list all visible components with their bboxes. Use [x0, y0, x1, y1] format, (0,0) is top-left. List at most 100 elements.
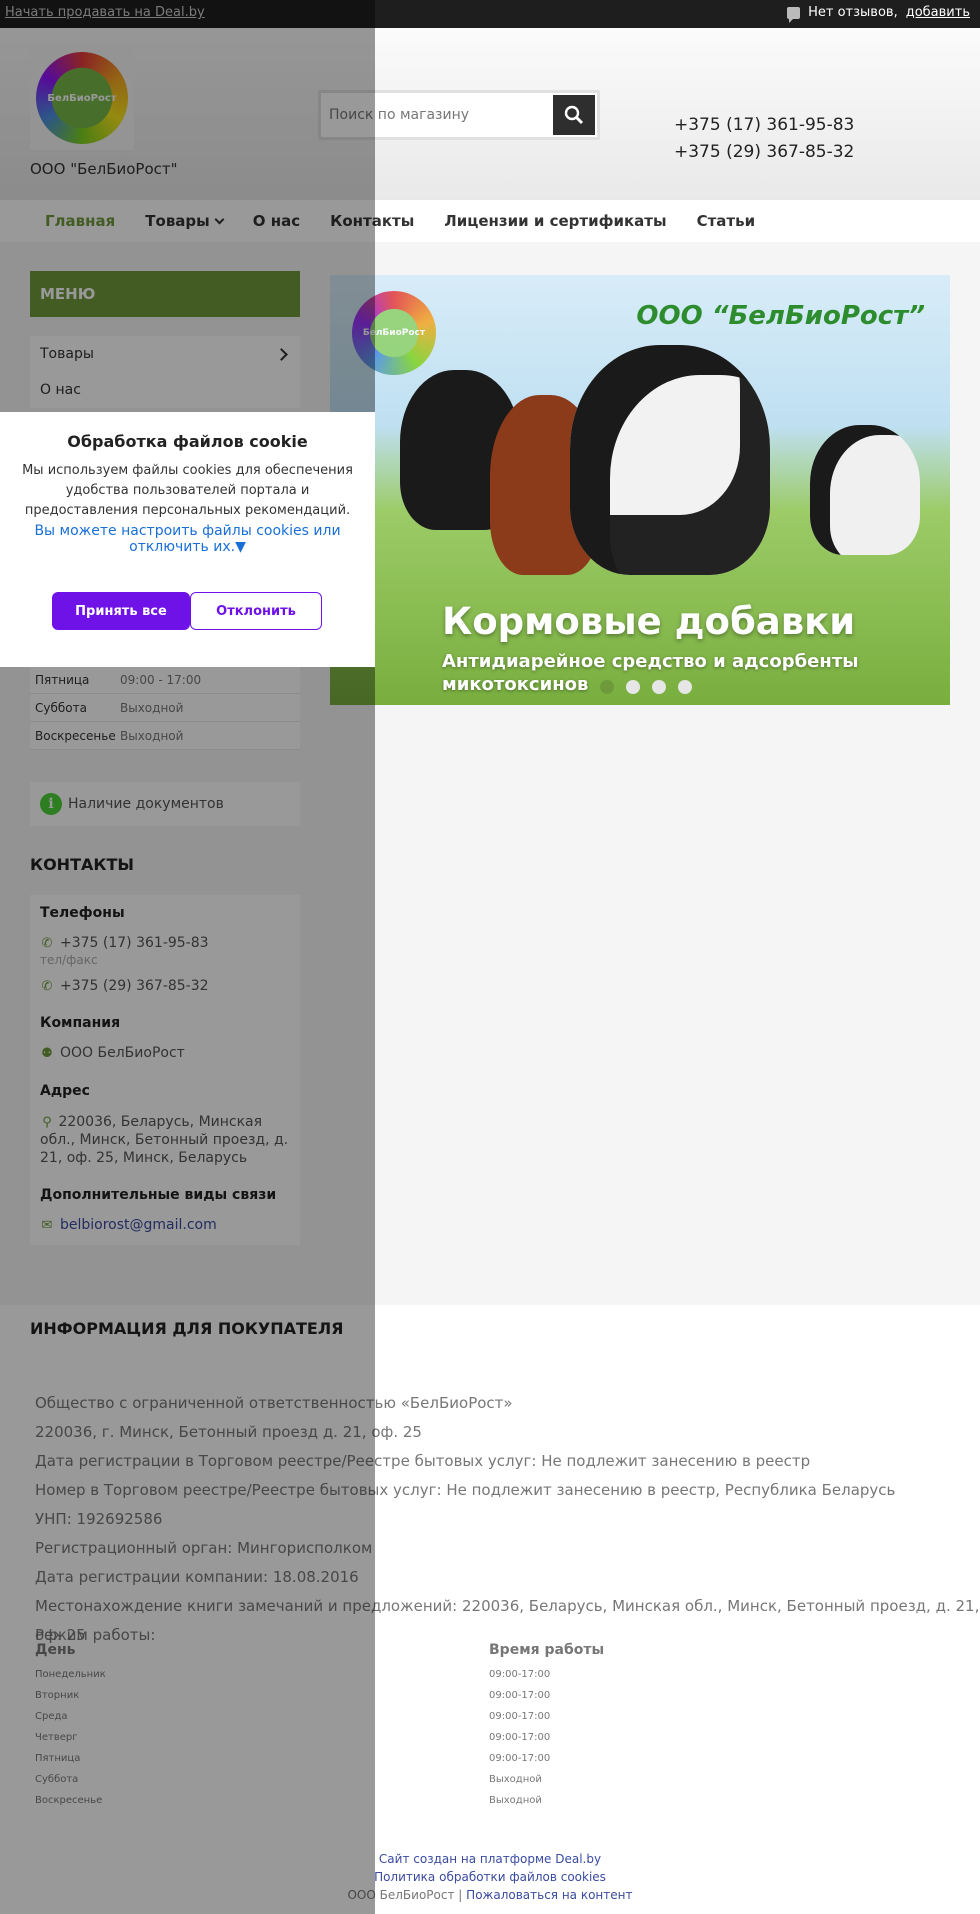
contacts-title: КОНТАКТЫ — [30, 855, 134, 874]
search-button[interactable] — [553, 95, 595, 135]
slider-dot[interactable] — [652, 680, 666, 694]
slider-dot[interactable] — [678, 680, 692, 694]
reviews-text: Нет отзывов, — [808, 5, 898, 20]
documents-availability[interactable]: i Наличие документов — [30, 782, 300, 826]
nav-label: Лицензии и сертификаты — [444, 212, 667, 230]
schedule-day: Вторник — [35, 1690, 80, 1701]
hours-row: Суббота Выходной — [30, 694, 300, 722]
phone-number: +375 (17) 361-95-83 — [60, 935, 209, 951]
hours-day: Пятница — [35, 672, 90, 687]
table-row: Вторник 09:00-17:00 — [35, 1685, 935, 1706]
company-name: ООО "БелБиоРост" — [30, 160, 178, 178]
buyer-info-lines: Общество с ограниченной ответственностью… — [35, 1389, 980, 1650]
sidebar-menu-title: МЕНЮ — [30, 271, 300, 317]
banner-logo: БелБиоРост — [352, 291, 436, 375]
header-phone-1[interactable]: +375 (17) 361-95-83 — [674, 112, 854, 139]
phone-icon: ✆ — [41, 978, 53, 994]
schedule-table: День Время работы Понедельник 09:00-17:00 … — [35, 1642, 935, 1811]
hours-row: Пятница 09:00 - 17:00 — [30, 666, 300, 694]
hours-time: Выходной — [120, 728, 184, 743]
complain-link[interactable]: Пожаловаться на контент — [466, 1888, 632, 1902]
nav-item-about[interactable]: О нас — [253, 212, 300, 230]
info-line: Регистрационный орган: Мингорисполком — [35, 1539, 373, 1557]
comment-icon — [787, 6, 801, 23]
hours-row: Воскресенье Выходной — [30, 722, 300, 750]
cookie-consent-dialog: Обработка файлов cookie Мы используем фа… — [0, 412, 375, 667]
header-phone-2[interactable]: +375 (29) 367-85-32 — [674, 139, 854, 166]
cookie-buttons: Принять все Отклонить — [52, 592, 322, 630]
info-icon: i — [40, 793, 62, 815]
sidebar-item-about[interactable]: О нас — [30, 372, 300, 408]
add-review-link[interactable]: добавить — [906, 5, 970, 20]
schedule-time: Выходной — [489, 1795, 542, 1806]
phones-heading: Телефоны — [40, 905, 125, 921]
extra-contacts-heading: Дополнительные виды связи — [40, 1187, 277, 1203]
nav-label: Контакты — [330, 212, 415, 230]
sidebar-item-label: О нас — [40, 382, 81, 398]
info-line: 220036, г. Минск, Бетонный проезд д. 21,… — [35, 1423, 422, 1441]
nav-item-articles[interactable]: Статьи — [697, 212, 756, 230]
schedule-time: 09:00-17:00 — [489, 1690, 551, 1701]
start-selling-link[interactable]: Начать продавать на Deal.by — [5, 5, 205, 20]
company-logo[interactable]: БелБиоРост — [30, 46, 134, 150]
phone-number: +375 (29) 367-85-32 — [60, 978, 209, 994]
location-pin-icon: ⚲ — [42, 1115, 52, 1130]
info-line: Дата регистрации в Торговом реестре/Реес… — [35, 1452, 811, 1470]
cookie-text: Мы используем файлы cookies для обеспече… — [22, 463, 353, 518]
contact-phone-2[interactable]: ✆ +375 (29) 367-85-32 — [40, 978, 209, 994]
email-link[interactable]: belbiorost@gmail.com — [60, 1217, 217, 1233]
working-hours: Пятница 09:00 - 17:00 Суббота Выходной Вос… — [30, 666, 300, 750]
accept-all-button[interactable]: Принять все — [52, 592, 190, 630]
top-bar: Начать продавать на Deal.by Нет отзывов,… — [0, 0, 980, 28]
nav-label: О нас — [252, 212, 301, 230]
cookie-policy-link[interactable]: Политика обработки файлов cookies — [374, 1870, 606, 1884]
cookie-settings-link[interactable]: Вы можете настроить файлы cookies или от… — [20, 523, 355, 555]
schedule-time: 09:00-17:00 — [489, 1732, 551, 1743]
schedule-head-day: День — [35, 1642, 76, 1658]
platform-link[interactable]: Сайт создан на платформе Deal.by — [379, 1852, 601, 1866]
nav-label: Товары — [145, 212, 210, 230]
cow-image — [810, 425, 920, 555]
site-footer: Сайт создан на платформе Deal.by Политик… — [0, 1850, 980, 1904]
schedule-day: Воскресенье — [35, 1795, 103, 1806]
table-row: Воскресенье Выходной — [35, 1790, 935, 1811]
company-heading: Компания — [40, 1015, 121, 1031]
decline-button[interactable]: Отклонить — [190, 592, 322, 630]
banner-logo-text: БелБиоРост — [362, 328, 426, 338]
schedule-day: Пятница — [35, 1753, 81, 1764]
table-row: Суббота Выходной — [35, 1769, 935, 1790]
buyer-info-title: ИНФОРМАЦИЯ ДЛЯ ПОКУПАТЕЛЯ — [30, 1319, 344, 1338]
schedule-time: Выходной — [489, 1774, 542, 1785]
banner-title: Кормовые добавки — [442, 600, 856, 643]
search-box — [318, 90, 600, 140]
main-nav: Главная Товары О нас Контакты Лицензии и… — [0, 200, 980, 242]
nav-label: Главная — [45, 212, 116, 230]
slider-dot[interactable] — [626, 680, 640, 694]
search-input[interactable] — [329, 101, 549, 129]
hero-banner[interactable]: БелБиоРост ООО “БелБиоРост” Кормовые доб… — [330, 275, 950, 705]
footer-separator: | — [458, 1888, 463, 1902]
nav-item-licenses[interactable]: Лицензии и сертификаты — [444, 212, 666, 230]
sidebar-item-label: Товары — [40, 346, 94, 362]
info-line: Местонахождение книги замечаний и предло… — [35, 1597, 980, 1644]
nav-item-home[interactable]: Главная — [45, 212, 115, 230]
footer-company: ООО БелБиоРост — [347, 1888, 455, 1902]
site-header: БелБиоРост ООО "БелБиоРост" +375 (17) 36… — [0, 28, 980, 200]
schedule-day: Понедельник — [35, 1669, 106, 1680]
info-line: Дата регистрации компании: 18.08.2016 — [35, 1568, 359, 1586]
contact-email[interactable]: ✉ belbiorost@gmail.com — [40, 1217, 217, 1233]
schedule-head-time: Время работы — [489, 1642, 605, 1658]
nav-item-products[interactable]: Товары — [145, 212, 225, 230]
table-row: Среда 09:00-17:00 — [35, 1706, 935, 1727]
reviews-info: Нет отзывов, добавить — [787, 5, 970, 23]
nav-item-contacts[interactable]: Контакты — [330, 212, 414, 230]
slider-dot[interactable] — [600, 680, 614, 694]
info-line: Общество с ограниченной ответственностью… — [35, 1394, 513, 1412]
contact-phone-1[interactable]: ✆ +375 (17) 361-95-83 — [40, 935, 209, 951]
contact-address: ⚲ 220036, Беларусь, Минская обл., Минск,… — [40, 1113, 290, 1167]
buyer-info-section: ИНФОРМАЦИЯ ДЛЯ ПОКУПАТЕЛЯ Общество с огр… — [0, 1305, 980, 1914]
cow-image — [570, 345, 770, 575]
hours-time: Выходной — [120, 700, 184, 715]
address-value: 220036, Беларусь, Минская обл., Минск, Б… — [40, 1114, 289, 1166]
sidebar-item-products[interactable]: Товары — [30, 336, 300, 372]
